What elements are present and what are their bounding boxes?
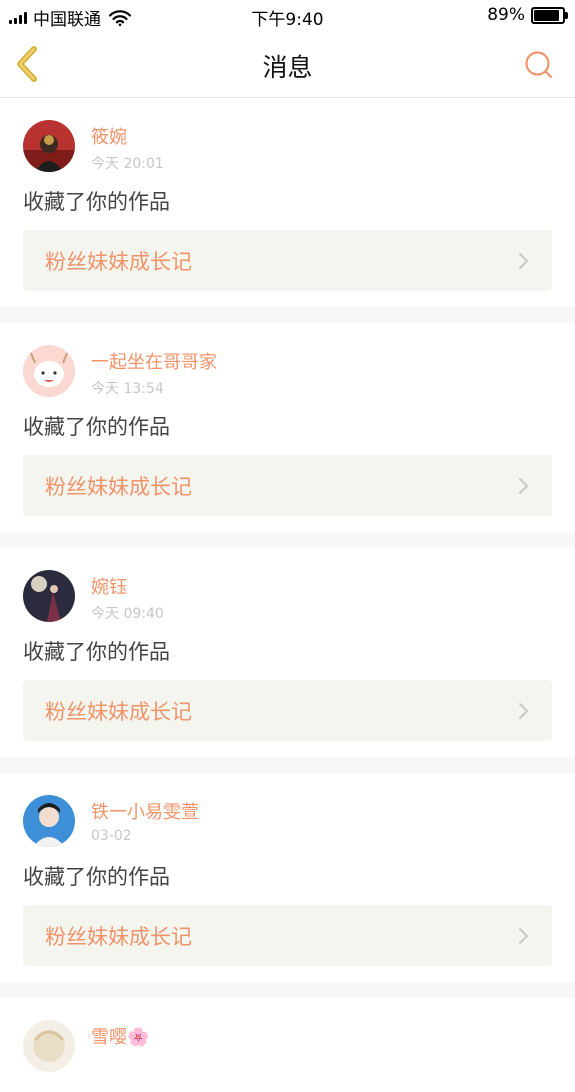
message-meta: 婉钰 今天 09:40 (91, 570, 164, 623)
avatar[interactable] (23, 345, 75, 397)
chevron-right-icon (519, 702, 528, 719)
work-link[interactable]: 粉丝妹妹成长记 (23, 230, 552, 291)
user-name[interactable]: 雪嘤🌸 (91, 1023, 149, 1049)
message-time: 03-02 (91, 828, 132, 844)
message-time: 今天 09:40 (91, 606, 164, 622)
work-title: 粉丝妹妹成长记 (45, 699, 192, 724)
chevron-right-icon (519, 252, 528, 269)
message-card: 雪嘤🌸 (0, 998, 575, 1092)
separator (0, 982, 575, 998)
message-time: 今天 20:01 (91, 156, 164, 172)
battery-fill (534, 9, 559, 21)
message-meta: 雪嘤🌸 (91, 1020, 149, 1053)
user-name[interactable]: 铁一小易雯萱 (91, 798, 199, 824)
message-header: 雪嘤🌸 (23, 1020, 552, 1076)
separator (0, 307, 575, 323)
work-title: 粉丝妹妹成长记 (45, 474, 192, 499)
message-header: 铁一小易雯萱 03-02 (23, 795, 552, 851)
separator (0, 532, 575, 548)
search-icon[interactable] (523, 49, 555, 81)
battery-percent: 89% (487, 5, 525, 25)
work-title: 粉丝妹妹成长记 (45, 249, 192, 274)
status-right: 89% (487, 5, 568, 25)
message-header: 筱婉 今天 20:01 (23, 120, 552, 176)
user-name[interactable]: 一起坐在哥哥家 (91, 348, 217, 374)
status-bar: 中国联通 下午9:40 89% (0, 0, 575, 32)
message-card: 铁一小易雯萱 03-02 收藏了你的作品 粉丝妹妹成长记 (0, 773, 575, 982)
message-meta: 铁一小易雯萱 03-02 (91, 795, 199, 844)
message-header: 婉钰 今天 09:40 (23, 570, 552, 626)
message-card: 筱婉 今天 20:01 收藏了你的作品 粉丝妹妹成长记 (0, 98, 575, 307)
message-list: 筱婉 今天 20:01 收藏了你的作品 粉丝妹妹成长记 一起坐在哥哥家 今天 1… (0, 98, 575, 1092)
user-name[interactable]: 婉钰 (91, 573, 164, 599)
user-name[interactable]: 筱婉 (91, 123, 164, 149)
chevron-right-icon (519, 477, 528, 494)
avatar[interactable] (23, 795, 75, 847)
message-meta: 筱婉 今天 20:01 (91, 120, 164, 173)
avatar[interactable] (23, 570, 75, 622)
battery-icon (531, 6, 568, 24)
message-time: 今天 13:54 (91, 381, 164, 397)
message-action: 收藏了你的作品 (23, 865, 170, 889)
nav-bar: 消息 (0, 32, 575, 98)
avatar[interactable] (23, 120, 75, 172)
avatar[interactable] (23, 1020, 75, 1072)
message-header: 一起坐在哥哥家 今天 13:54 (23, 345, 552, 401)
message-card: 婉钰 今天 09:40 收藏了你的作品 粉丝妹妹成长记 (0, 548, 575, 757)
message-card: 一起坐在哥哥家 今天 13:54 收藏了你的作品 粉丝妹妹成长记 (0, 323, 575, 532)
message-action: 收藏了你的作品 (23, 190, 170, 214)
message-action: 收藏了你的作品 (23, 640, 170, 664)
chevron-right-icon (519, 927, 528, 944)
message-action: 收藏了你的作品 (23, 415, 170, 439)
page-title: 消息 (262, 53, 313, 82)
work-title: 粉丝妹妹成长记 (45, 924, 192, 949)
work-link[interactable]: 粉丝妹妹成长记 (23, 905, 552, 966)
work-link[interactable]: 粉丝妹妹成长记 (23, 455, 552, 516)
separator (0, 757, 575, 773)
work-link[interactable]: 粉丝妹妹成长记 (23, 680, 552, 741)
message-meta: 一起坐在哥哥家 今天 13:54 (91, 345, 217, 398)
